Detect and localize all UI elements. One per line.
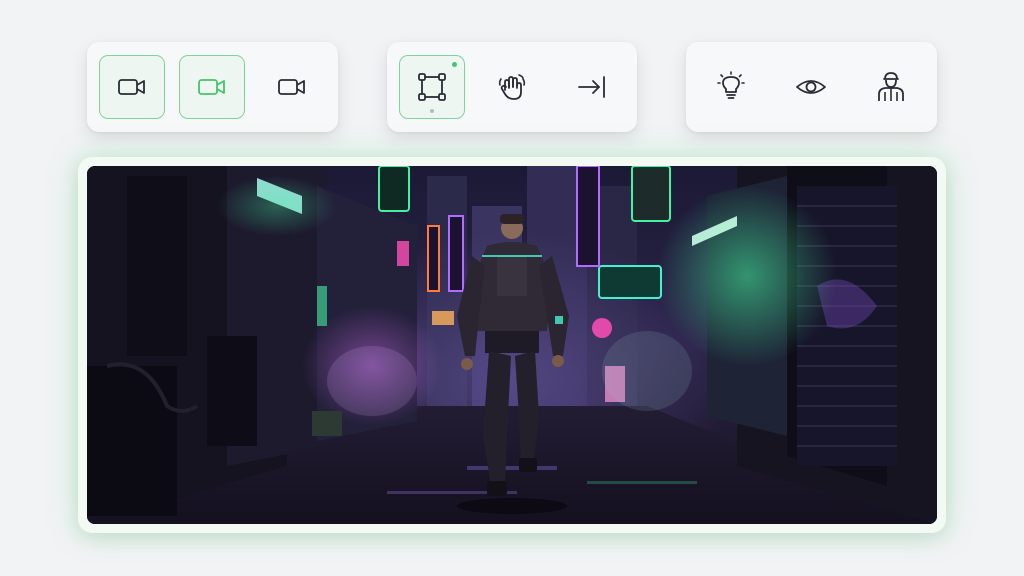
edit-toolbar [387,42,637,132]
character-tool-button[interactable] [858,55,924,119]
video-camera-icon [198,79,225,95]
arrow-to-end-tool-button[interactable] [559,55,625,119]
visibility-tool-button[interactable] [778,55,844,119]
camera-toolbar [87,42,338,132]
active-indicator-dot [452,62,457,67]
scene-viewport[interactable] [87,166,937,524]
lightbulb-icon [717,71,745,99]
lighting-tool-button[interactable] [698,55,764,119]
character-icon [878,72,904,101]
camera-tool-button-1[interactable] [99,55,165,119]
video-camera-icon [118,79,145,95]
node-path-icon [418,73,446,101]
scene-toolbar [686,42,937,132]
hand-gesture-tool-button[interactable] [479,55,545,119]
node-path-tool-button[interactable] [399,55,465,119]
video-camera-icon [278,79,305,95]
hand-gesture-icon [498,74,526,100]
camera-tool-button-2[interactable] [179,55,245,119]
sub-indicator-dot [430,109,434,113]
arrow-to-end-icon [578,76,605,98]
camera-tool-button-3[interactable] [259,55,325,119]
eye-icon [796,80,826,94]
neon-alley-scene [87,166,937,524]
